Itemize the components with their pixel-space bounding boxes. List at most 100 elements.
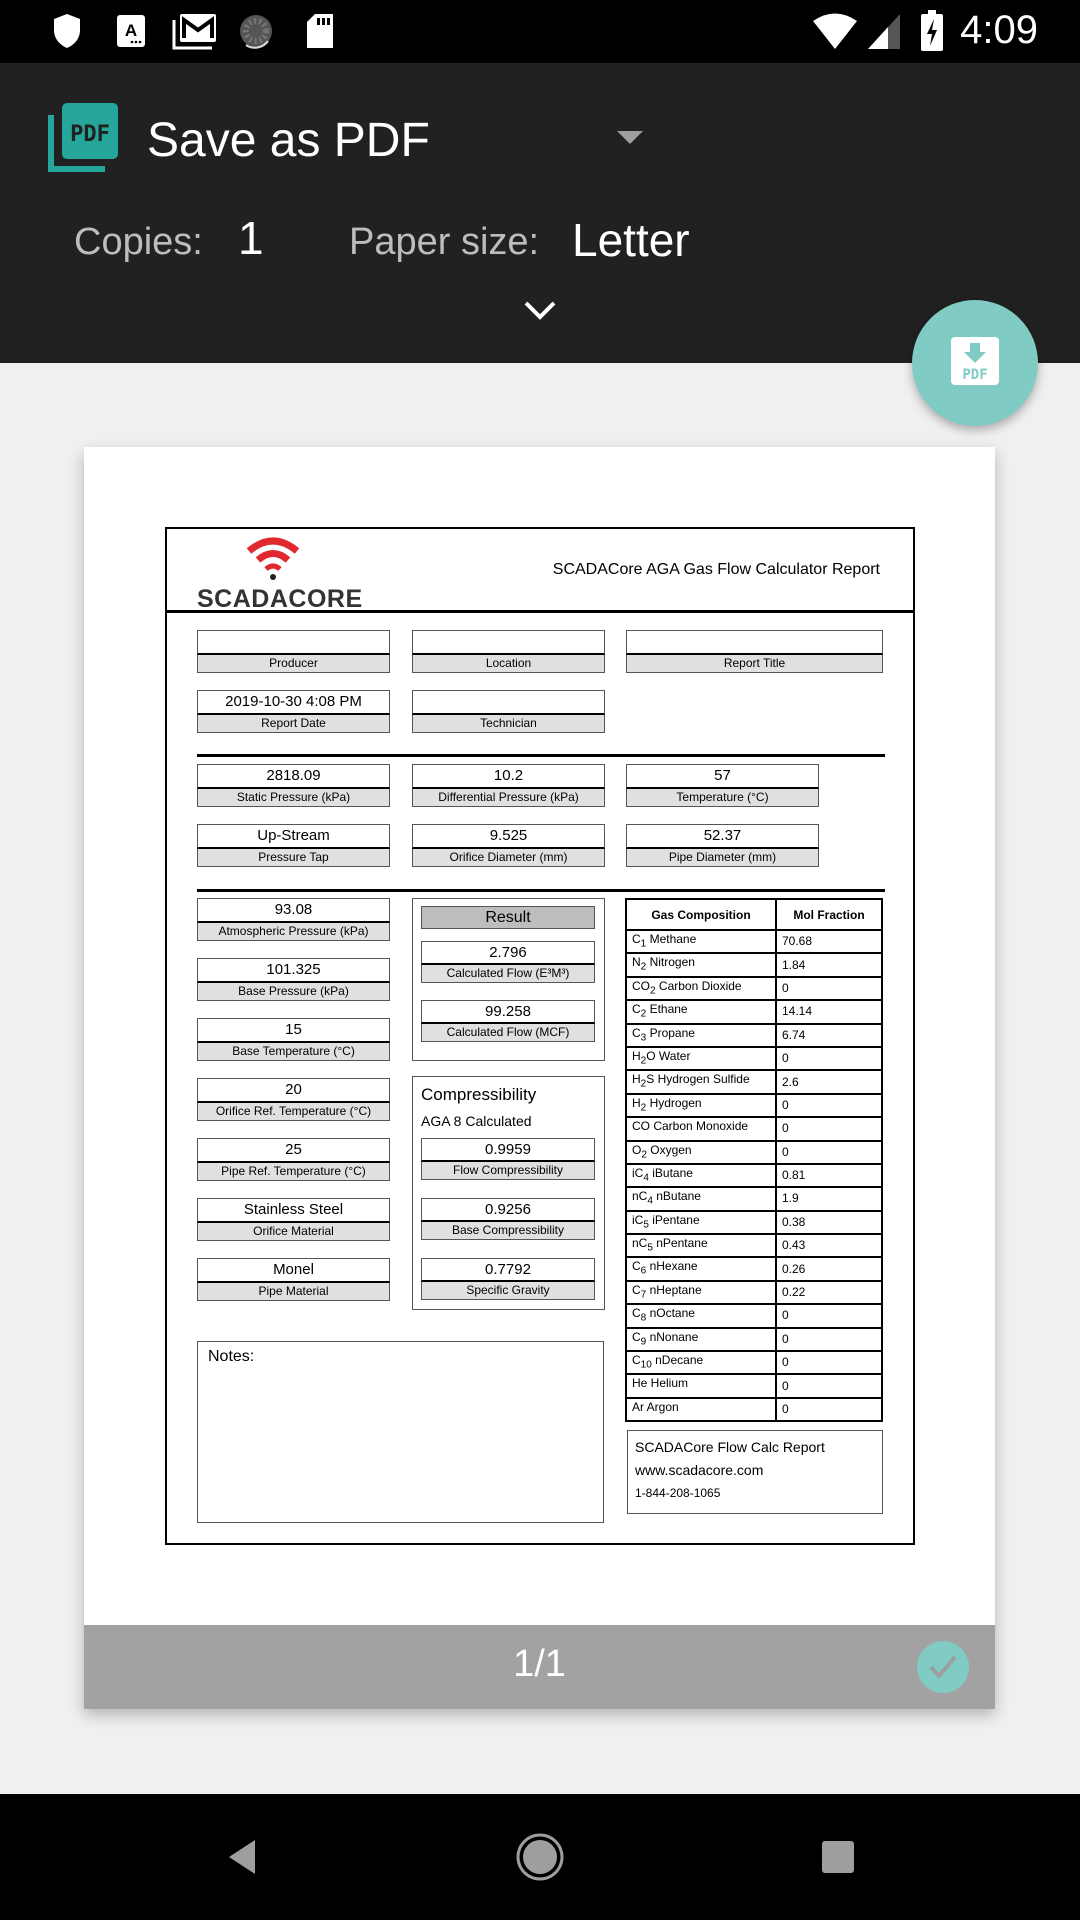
field-base-pressure: 101.325 Base Pressure (kPa) xyxy=(197,958,390,1002)
gas-name-cell: nC4 nButane xyxy=(625,1186,777,1212)
column-header: Gas Composition xyxy=(625,898,777,931)
contact-box: SCADACore Flow Calc Report www.scadacore… xyxy=(627,1430,883,1514)
gas-composition-table: Gas Composition Mol Fraction C1 Methane 7… xyxy=(625,898,883,1423)
table-row: C1 Methane 70.68 xyxy=(625,928,883,955)
page-preview[interactable]: SCADACORE SCADACore AGA Gas Flow Calcula… xyxy=(84,447,995,1709)
gas-symbol: Ar xyxy=(632,1399,644,1414)
pdf-download-icon: PDF xyxy=(951,336,999,390)
field-base-temperature: 15 Base Temperature (°C) xyxy=(197,1018,390,1062)
table-row: N2 Nitrogen 1.84 xyxy=(625,952,883,978)
report-document: SCADACORE SCADACore AGA Gas Flow Calcula… xyxy=(165,527,915,1545)
svg-text:A: A xyxy=(125,21,137,40)
table-row: nC4 nButane 1.9 xyxy=(625,1186,883,1212)
gas-name-cell: C9 nNonane xyxy=(625,1326,777,1353)
mol-fraction-cell: 2.6 xyxy=(775,1069,883,1095)
compressibility-heading: Compressibility xyxy=(421,1085,537,1104)
gas-symbol: CO xyxy=(632,1119,650,1134)
gas-name: Hydrogen xyxy=(646,1095,702,1110)
field-orifice-material: Stainless Steel Orifice Material xyxy=(197,1198,390,1242)
field-differential-pressure: 10.2 Differential Pressure (kPa) xyxy=(412,764,605,808)
gas-symbol: nC xyxy=(632,1189,648,1204)
contact-report-name: SCADACore Flow Calc Report xyxy=(635,1439,825,1455)
field-pipe-diameter: 52.37 Pipe Diameter (mm) xyxy=(626,824,819,868)
gas-name: Argon xyxy=(644,1399,679,1414)
mol-fraction-cell: 0 xyxy=(775,1350,883,1376)
gas-name-cell: C3 Propane xyxy=(625,1022,777,1048)
gas-name-cell: H2 Hydrogen xyxy=(625,1092,777,1119)
mol-fraction-cell: 0.81 xyxy=(775,1162,883,1189)
mol-fraction-cell: 1.9 xyxy=(775,1186,883,1212)
field-report-date: 2019-10-30 4:08 PM Report Date xyxy=(197,690,390,734)
wifi-icon xyxy=(812,12,858,50)
gas-symbol: C xyxy=(632,1306,641,1321)
gas-name: nHexane xyxy=(646,1259,698,1274)
printer-name: Save as PDF xyxy=(147,114,430,167)
page-selected-check-icon[interactable] xyxy=(917,1641,969,1693)
table-row: He Helium 0 xyxy=(625,1373,883,1399)
paper-size-label: Paper size: xyxy=(349,221,540,263)
mol-fraction-cell: 1.84 xyxy=(775,952,883,978)
navigation-bar xyxy=(0,1794,1080,1920)
mol-fraction-cell: 0 xyxy=(775,1139,883,1165)
gas-name: nOctane xyxy=(646,1306,695,1321)
gas-name: Helium xyxy=(647,1376,689,1391)
field-pipe-material: Monel Pipe Material xyxy=(197,1258,390,1302)
column-header: Mol Fraction xyxy=(775,898,883,931)
copies-value[interactable]: 1 xyxy=(238,211,264,265)
compressibility-subheading: AGA 8 Calculated xyxy=(421,1113,532,1129)
gas-name: Carbon Monoxide xyxy=(650,1119,749,1134)
gas-name-cell: C7 nHeptane xyxy=(625,1279,777,1306)
save-pdf-button[interactable]: PDF xyxy=(912,300,1038,426)
gas-symbol: iC xyxy=(632,1212,644,1227)
battery-charging-icon xyxy=(920,10,944,51)
gas-name-cell: O2 Oxygen xyxy=(625,1139,777,1165)
sync-progress-icon xyxy=(238,12,274,50)
field-atmospheric-pressure: 93.08 Atmospheric Pressure (kPa) xyxy=(197,898,390,942)
back-icon[interactable] xyxy=(217,1832,267,1882)
table-row: iC5 iPentane 0.38 xyxy=(625,1209,883,1236)
dropdown-arrow-icon[interactable] xyxy=(617,131,643,144)
field-static-pressure: 2818.09 Static Pressure (kPa) xyxy=(197,764,390,808)
gas-symbol: H xyxy=(632,1048,641,1063)
mol-fraction-cell: 0 xyxy=(775,1092,883,1119)
svg-text:PDF: PDF xyxy=(962,367,987,383)
gas-name: nDecane xyxy=(651,1353,704,1368)
gas-name-cell: nC5 nPentane xyxy=(625,1233,777,1259)
table-row: iC4 iButane 0.81 xyxy=(625,1162,883,1189)
gas-name: Carbon Dioxide xyxy=(655,978,742,993)
table-row: C9 nNonane 0 xyxy=(625,1326,883,1353)
shield-icon xyxy=(52,12,82,50)
table-row: CO Carbon Monoxide 0 xyxy=(625,1116,883,1142)
home-icon[interactable] xyxy=(515,1832,565,1882)
paper-size-value[interactable]: Letter xyxy=(572,213,690,267)
mol-fraction-cell: 0.26 xyxy=(775,1256,883,1282)
cell-signal-icon xyxy=(866,12,902,50)
gas-symbol: He xyxy=(632,1376,648,1391)
report-title: SCADACore AGA Gas Flow Calculator Report xyxy=(552,561,880,578)
field-orifice-diameter: 9.525 Orifice Diameter (mm) xyxy=(412,824,605,868)
gas-name-cell: C10 nDecane xyxy=(625,1350,777,1376)
table-row: C7 nHeptane 0.22 xyxy=(625,1279,883,1306)
mol-fraction-cell: 14.14 xyxy=(775,999,883,1025)
notes-label: Notes: xyxy=(208,1348,255,1365)
gas-name-cell: CO Carbon Monoxide xyxy=(625,1116,777,1142)
gas-name-cell: H2S Hydrogen Sulfide xyxy=(625,1069,777,1095)
field-producer: Producer xyxy=(197,630,390,674)
status-bar: A 4:09 xyxy=(0,0,1080,63)
recents-icon[interactable] xyxy=(813,1832,863,1882)
field-location: Location xyxy=(412,630,605,674)
page-indicator: 1/1 xyxy=(513,1643,566,1685)
expand-options-chevron-icon[interactable] xyxy=(520,295,560,325)
field-base-compressibility: 0.9256 Base Compressibility xyxy=(421,1198,595,1240)
gas-subscript: 10 xyxy=(640,1359,652,1371)
gas-name: Ethane xyxy=(646,1002,688,1017)
table-row: C10 nDecane 0 xyxy=(625,1350,883,1376)
gas-name: nPentane xyxy=(652,1236,708,1251)
field-pipe-ref-temperature: 25 Pipe Ref. Temperature (°C) xyxy=(197,1138,390,1182)
printer-selector[interactable]: PDF Save as PDF xyxy=(0,63,700,213)
gas-symbol: C xyxy=(632,1282,641,1297)
gas-name-cell: iC5 iPentane xyxy=(625,1209,777,1236)
scadacore-logo: SCADACORE xyxy=(197,537,362,613)
table-row: H2S Hydrogen Sulfide 2.6 xyxy=(625,1069,883,1095)
gas-name: S Hydrogen Sulfide xyxy=(646,1072,750,1087)
